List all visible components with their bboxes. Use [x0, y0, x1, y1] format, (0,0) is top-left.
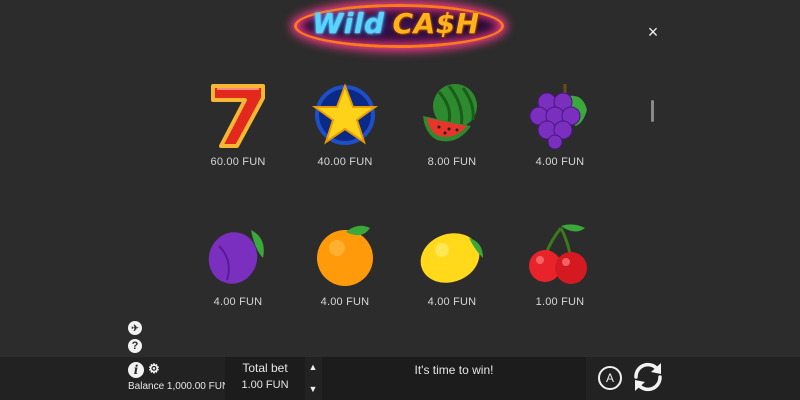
game-logo: Wild CA$H — [290, 0, 504, 54]
paytable-value: 4.00 FUN — [535, 156, 585, 168]
logo-word-wild: Wild — [312, 7, 385, 40]
balance-display: Balance 1,000.00 FUN — [128, 381, 230, 392]
paytable-item-lemon: 4.00 FUN — [397, 220, 507, 308]
paytable-value: 40.00 FUN — [317, 156, 373, 168]
help-icon[interactable]: ? — [128, 339, 142, 353]
logo-text: Wild CA$H — [290, 6, 502, 42]
plum-icon — [208, 230, 264, 284]
paytable-item-plum: 4.00 FUN — [183, 220, 293, 308]
gear-icon[interactable]: ⚙ — [147, 362, 161, 376]
paytable-value: 4.00 FUN — [427, 296, 477, 308]
paytable-value: 60.00 FUN — [210, 156, 266, 168]
lemon-icon — [420, 233, 483, 283]
paytable-item-seven: 60.00 FUN — [183, 80, 293, 168]
grapes-icon — [529, 84, 587, 150]
total-bet-value: 1.00 FUN — [241, 379, 289, 391]
status-message: It's time to win! — [414, 363, 494, 377]
scrollbar-thumb[interactable] — [651, 100, 654, 122]
paytable-item-watermelon: 8.00 FUN — [397, 80, 507, 168]
cherry-icon — [529, 224, 587, 284]
logo-word-cash: CA$H — [392, 7, 480, 40]
status-panel: It's time to win! — [322, 357, 586, 400]
paytable-item-star: 40.00 FUN — [290, 80, 400, 168]
paytable-value: 8.00 FUN — [427, 156, 477, 168]
paytable-item-grapes: 4.00 FUN — [505, 80, 615, 168]
watermelon-icon — [423, 84, 477, 142]
bet-decrease-icon[interactable]: ▼ — [307, 384, 319, 394]
total-bet-panel: Total bet 1.00 FUN — [225, 357, 305, 400]
paytable-item-orange: 4.00 FUN — [290, 220, 400, 308]
paytable-item-cherry: 1.00 FUN — [505, 220, 615, 308]
close-icon[interactable]: × — [645, 23, 661, 41]
paytable-value: 4.00 FUN — [320, 296, 370, 308]
paytable-value: 4.00 FUN — [213, 296, 263, 308]
info-icon[interactable]: i — [128, 362, 144, 378]
orange-icon — [317, 225, 373, 286]
total-bet-label: Total bet — [242, 361, 288, 375]
turbo-icon[interactable]: ✈ — [128, 321, 142, 335]
spin-button[interactable] — [630, 359, 666, 395]
paytable-value: 1.00 FUN — [535, 296, 585, 308]
autoplay-button[interactable]: A — [598, 366, 622, 390]
seven-icon — [211, 84, 265, 148]
bet-increase-icon[interactable]: ▲ — [307, 362, 319, 372]
star-icon — [311, 83, 379, 145]
